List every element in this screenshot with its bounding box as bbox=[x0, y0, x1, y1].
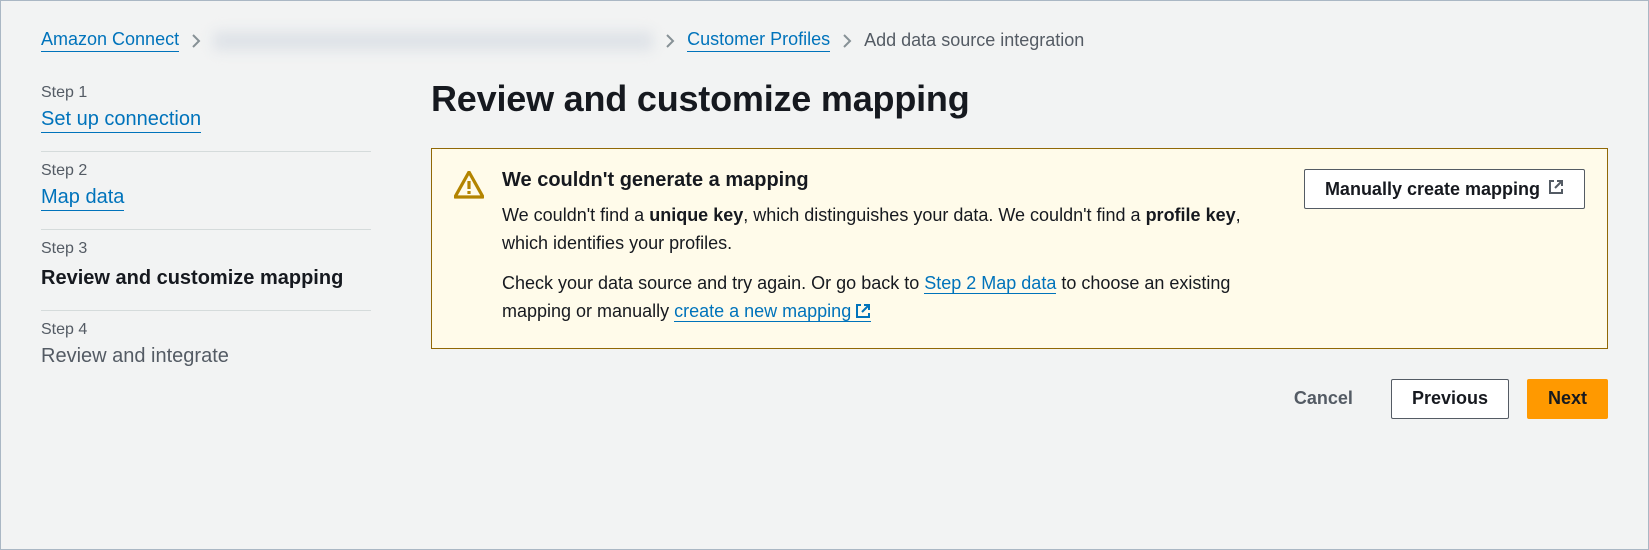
wizard-footer-actions: Cancel Previous Next bbox=[431, 379, 1608, 419]
warning-icon bbox=[454, 171, 484, 328]
breadcrumb: Amazon Connect Customer Profiles Add dat… bbox=[41, 29, 1608, 52]
external-link-icon bbox=[1548, 179, 1564, 200]
wizard-step-2: Step 2 Map data bbox=[41, 152, 371, 230]
breadcrumb-customer-profiles[interactable]: Customer Profiles bbox=[687, 29, 830, 52]
wizard-step-3: Step 3 Review and customize mapping bbox=[41, 230, 371, 311]
next-button[interactable]: Next bbox=[1527, 379, 1608, 419]
alert-title: We couldn't generate a mapping bbox=[502, 169, 1286, 192]
breadcrumb-redacted bbox=[213, 31, 653, 51]
step-title-current: Review and customize mapping bbox=[41, 264, 371, 292]
step-title-future: Review and integrate bbox=[41, 345, 371, 368]
step-title-link[interactable]: Set up connection bbox=[41, 108, 201, 133]
alert-paragraph-1: We couldn't find a unique key, which dis… bbox=[502, 202, 1286, 258]
step-number: Step 1 bbox=[41, 84, 371, 102]
step-number: Step 4 bbox=[41, 321, 371, 339]
step-2-map-data-link[interactable]: Step 2 Map data bbox=[924, 273, 1056, 294]
wizard-step-1: Step 1 Set up connection bbox=[41, 74, 371, 152]
main-content: Review and customize mapping We couldn't… bbox=[431, 74, 1608, 419]
step-number: Step 2 bbox=[41, 162, 371, 180]
create-new-mapping-link[interactable]: create a new mapping bbox=[674, 301, 871, 322]
wizard-steps-sidebar: Step 1 Set up connection Step 2 Map data… bbox=[41, 74, 371, 419]
cancel-button[interactable]: Cancel bbox=[1274, 379, 1373, 419]
previous-button[interactable]: Previous bbox=[1391, 379, 1509, 419]
chevron-right-icon bbox=[191, 34, 201, 48]
warning-alert: We couldn't generate a mapping We couldn… bbox=[431, 148, 1608, 349]
chevron-right-icon bbox=[665, 34, 675, 48]
step-number: Step 3 bbox=[41, 240, 371, 258]
external-link-icon bbox=[855, 300, 871, 328]
step-title-link[interactable]: Map data bbox=[41, 186, 124, 211]
manually-create-mapping-button[interactable]: Manually create mapping bbox=[1304, 169, 1585, 209]
alert-paragraph-2: Check your data source and try again. Or… bbox=[502, 270, 1286, 328]
breadcrumb-current: Add data source integration bbox=[864, 30, 1084, 51]
page-title: Review and customize mapping bbox=[431, 78, 1608, 120]
wizard-step-4: Step 4 Review and integrate bbox=[41, 311, 371, 386]
chevron-right-icon bbox=[842, 34, 852, 48]
breadcrumb-amazon-connect[interactable]: Amazon Connect bbox=[41, 29, 179, 52]
